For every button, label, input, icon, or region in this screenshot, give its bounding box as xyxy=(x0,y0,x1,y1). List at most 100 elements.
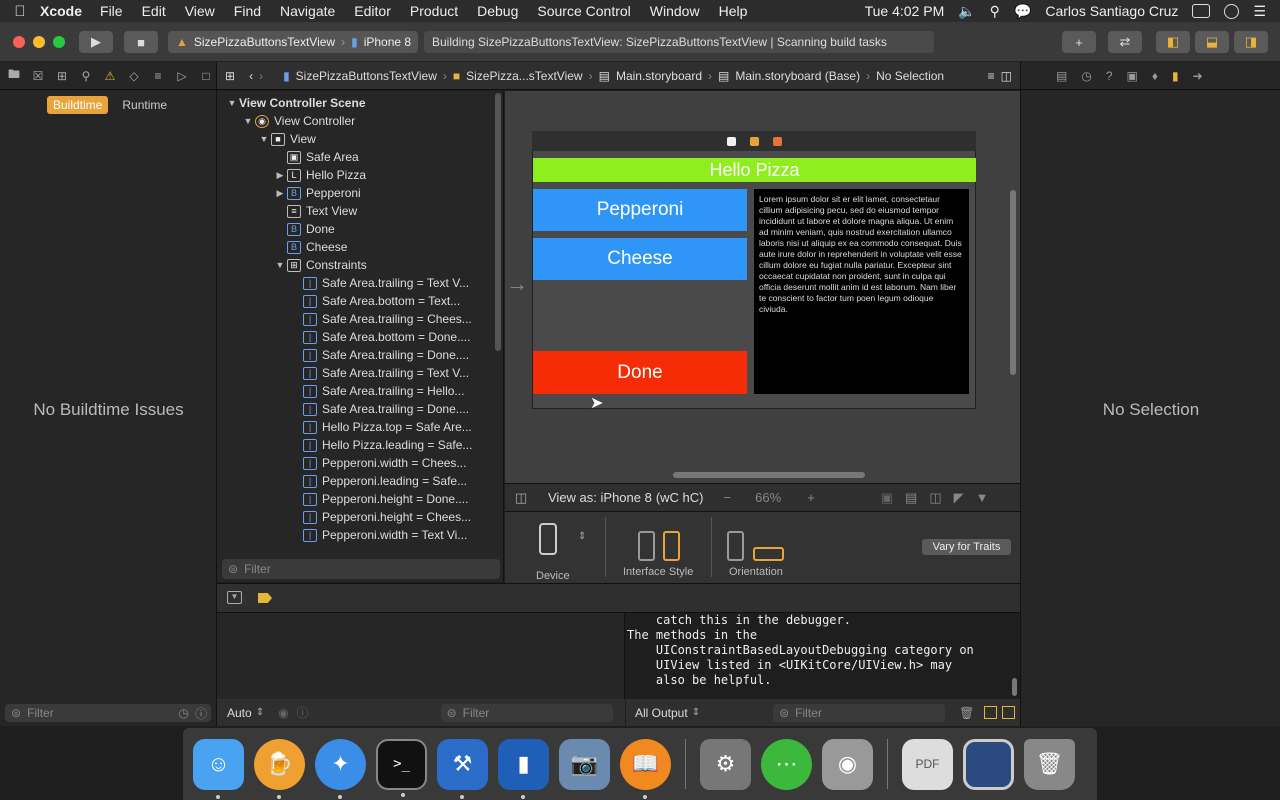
menu-find[interactable]: Find xyxy=(234,3,261,19)
report-icon[interactable]: □ xyxy=(198,69,214,83)
menu-help[interactable]: Help xyxy=(719,3,748,19)
menu-source-control[interactable]: Source Control xyxy=(537,3,630,19)
screenshot-thumbnail-icon[interactable] xyxy=(963,738,1014,790)
toggle-debug-area-button[interactable]: ⬓ xyxy=(1195,31,1229,53)
system-preferences-icon[interactable]: ⚙ xyxy=(700,738,751,790)
history-icon[interactable]: ◷ xyxy=(1081,69,1091,83)
device-stepper-icon[interactable]: ⇕ xyxy=(578,531,586,542)
stop-button[interactable]: ■ xyxy=(124,31,158,53)
breadcrumb-selection[interactable]: No Selection xyxy=(876,69,944,83)
console-filter-field[interactable]: ⊜ Filter xyxy=(773,703,946,722)
outline-row[interactable]: | Pepperoni.leading = Safe... xyxy=(217,472,503,490)
zoom-level[interactable]: 66% xyxy=(755,490,781,505)
toggle-inspector-button[interactable]: ◨ xyxy=(1234,31,1268,53)
books-icon[interactable]: 📖 xyxy=(620,738,671,799)
menu-editor[interactable]: Editor xyxy=(354,3,391,19)
notification-center-icon[interactable]: ☰ xyxy=(1253,3,1266,20)
test-icon[interactable]: ◇ xyxy=(126,69,142,83)
disclosure-triangle-icon[interactable]: ▼ xyxy=(273,260,287,270)
zoom-in-icon[interactable]: + xyxy=(807,490,815,505)
trash-icon[interactable]: 🗑 xyxy=(959,706,974,720)
code-review-button[interactable]: ⇄ xyxy=(1108,31,1142,53)
chat-icon[interactable]: 💬 xyxy=(1014,3,1031,20)
hide-config-icon[interactable]: ◫ xyxy=(515,490,545,506)
outline-row[interactable]: B Done xyxy=(217,220,503,238)
xcode-icon[interactable]: ⚒ xyxy=(437,738,488,799)
buildtime-tab[interactable]: Buildtime xyxy=(47,96,109,114)
pdf-document-icon[interactable]: PDF xyxy=(902,738,953,790)
outline-row[interactable]: ▼ ■ View xyxy=(217,130,503,148)
editor-options-icon[interactable]: ≡ xyxy=(988,69,995,83)
source-control-icon[interactable]: ☒ xyxy=(30,69,46,83)
help-icon[interactable]: ? xyxy=(1106,69,1113,83)
embed-in-stack-icon[interactable]: ▤ xyxy=(905,490,917,506)
symbol-icon[interactable]: ⊞ xyxy=(54,69,70,83)
outline-row[interactable]: ▼ ⊞ Constraints xyxy=(217,256,503,274)
trash-icon[interactable]: 🗑 xyxy=(1024,738,1075,790)
portrait-orientation-icon[interactable] xyxy=(727,531,744,561)
outline-row[interactable]: | Pepperoni.width = Text Vi... xyxy=(217,526,503,544)
siri-icon[interactable] xyxy=(1224,3,1240,19)
menu-debug[interactable]: Debug xyxy=(477,3,518,19)
eye-icon[interactable]: ◉ xyxy=(278,706,288,720)
hide-debug-area-icon[interactable]: ▼ xyxy=(227,591,242,604)
disclosure-triangle-icon[interactable]: ▼ xyxy=(241,116,255,126)
add-constraints-icon[interactable]: ◤ xyxy=(954,490,964,506)
disk-utility-icon[interactable]: ◉ xyxy=(822,738,873,790)
outline-row[interactable]: | Pepperoni.height = Chees... xyxy=(217,508,503,526)
add-editor-icon[interactable]: ◫ xyxy=(1001,69,1012,83)
outline-row[interactable]: ≡ Text View xyxy=(217,202,503,220)
menu-window[interactable]: Window xyxy=(650,3,700,19)
outline-row[interactable]: ▣ Safe Area xyxy=(217,148,503,166)
safari-icon[interactable]: ✦ xyxy=(315,738,366,799)
breadcrumb-group[interactable]: SizePizza...sTextView xyxy=(466,69,583,83)
dark-appearance-icon[interactable] xyxy=(663,531,680,561)
outline-row[interactable]: B Cheese xyxy=(217,238,503,256)
zoom-out-icon[interactable]: − xyxy=(724,490,732,505)
breadcrumb-storyboard-base[interactable]: Main.storyboard (Base) xyxy=(735,69,860,83)
output-select[interactable]: All Output xyxy=(635,706,688,720)
outline-row[interactable]: | Pepperoni.width = Chees... xyxy=(217,454,503,472)
menu-product[interactable]: Product xyxy=(410,3,458,19)
outline-scrollbar[interactable] xyxy=(495,93,501,351)
auto-scope-select[interactable]: Auto xyxy=(227,706,252,720)
minimize-window-button[interactable] xyxy=(33,36,45,48)
clock[interactable]: Tue 4:02 PM xyxy=(865,3,945,19)
scheme-selector[interactable]: ▲ SizePizzaButtonsTextView › ▮ iPhone 8 xyxy=(168,31,418,53)
outline-row[interactable]: | Safe Area.bottom = Text... xyxy=(217,292,503,310)
file-inspector-icon[interactable]: ▤ xyxy=(1056,69,1067,83)
canvas-horizontal-scrollbar[interactable] xyxy=(673,472,865,478)
outline-row[interactable]: ▶ L Hello Pizza xyxy=(217,166,503,184)
align-icon[interactable]: ◫ xyxy=(929,490,941,506)
split-left-icon[interactable] xyxy=(984,706,998,719)
debug-icon[interactable]: ≡ xyxy=(150,69,166,83)
lorem-text-view[interactable]: Lorem ipsum dolor sit er elit lamet, con… xyxy=(754,189,969,394)
close-window-button[interactable] xyxy=(13,36,25,48)
info-icon[interactable]: ⓘ xyxy=(297,704,309,721)
outline-filter-field[interactable]: ⊜ Filter xyxy=(222,559,500,579)
first-responder-icon[interactable] xyxy=(749,136,759,146)
run-button[interactable]: ▶ xyxy=(79,31,113,53)
breakpoint-icon[interactable]: ▷ xyxy=(174,69,190,83)
toggle-navigator-button[interactable]: ◧ xyxy=(1156,31,1190,53)
update-frames-icon[interactable]: ▣ xyxy=(881,490,893,506)
warning-icon[interactable]: ⚠ xyxy=(102,69,118,83)
related-items-icon[interactable]: ⊞ xyxy=(225,69,235,83)
beer-app-icon[interactable]: 🍺 xyxy=(254,738,305,799)
breadcrumb-storyboard[interactable]: Main.storyboard xyxy=(616,69,702,83)
outline-row[interactable]: | Safe Area.trailing = Done.... xyxy=(217,400,503,418)
vary-for-traits-button[interactable]: Vary for Traits xyxy=(922,539,1011,555)
outline-row[interactable]: | Safe Area.trailing = Done.... xyxy=(217,346,503,364)
finder-icon[interactable]: ☺ xyxy=(193,738,244,799)
disclosure-triangle-icon[interactable]: ▼ xyxy=(225,98,239,108)
menu-app-name[interactable]: Xcode xyxy=(40,3,82,19)
terminal-icon[interactable]: >_ xyxy=(376,738,427,797)
battery-icon[interactable] xyxy=(1192,4,1211,18)
exit-icon[interactable] xyxy=(772,136,782,146)
outline-row[interactable]: | Safe Area.trailing = Hello... xyxy=(217,382,503,400)
view-controller-icon[interactable] xyxy=(726,136,736,146)
outline-row[interactable]: ▼ ◉ View Controller xyxy=(217,112,503,130)
view-as-label[interactable]: View as: iPhone 8 xyxy=(548,490,652,505)
simulator-icon[interactable]: ▮ xyxy=(498,738,549,799)
runtime-tab[interactable]: Runtime xyxy=(116,96,173,114)
